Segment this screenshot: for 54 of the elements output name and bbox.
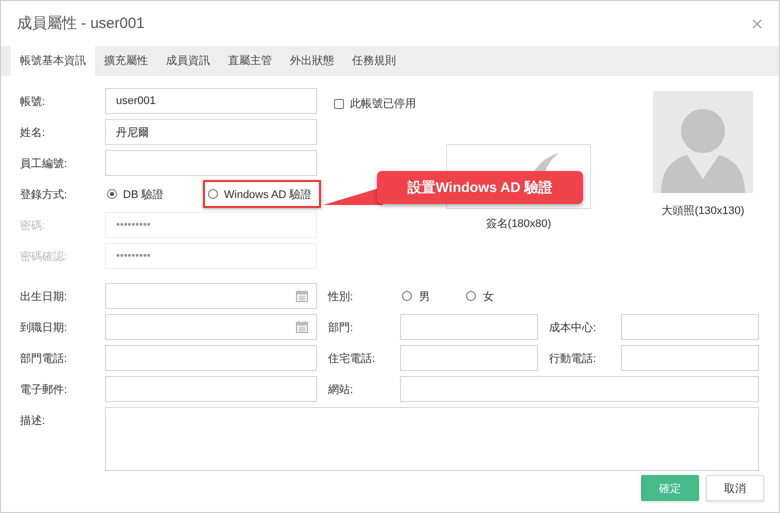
cancel-button[interactable]: 取消 [706,475,764,501]
radio-button[interactable] [107,189,117,199]
input-field[interactable] [400,345,538,371]
field-label: 部門電話: [20,352,68,366]
input-field[interactable] [621,345,759,371]
tab[interactable]: 擴充屬性 [95,46,157,76]
calendar-icon[interactable] [296,321,308,333]
field-label: 部門: [327,320,354,334]
tab[interactable]: 外出狀態 [281,46,343,76]
field-label: 員工編號: [20,156,68,170]
tab[interactable]: 直屬主管 [219,46,281,76]
radio-label: 女 [483,290,494,304]
tab[interactable]: 成員資訊 [157,46,219,76]
input-field[interactable] [400,376,759,402]
radio-button[interactable] [466,291,476,301]
field-label: 行動電話: [548,352,598,366]
field-label: 密碼確認: [20,250,68,264]
tab[interactable]: 任務規則 [343,46,405,76]
input-field[interactable] [400,314,538,340]
radio-label: 男 [419,290,430,304]
date-field[interactable] [105,283,317,309]
calendar-icon[interactable] [296,290,308,302]
field-label: 電子郵件: [20,382,68,396]
signature-caption: 簽名(180x80) [484,217,552,231]
field-label: 住宅電話: [327,352,376,366]
checkbox-label: 此帳號已停用 [350,97,416,111]
radio-button[interactable] [402,291,412,301]
input-field[interactable]: user001 [105,88,317,114]
field-label: 網站: [327,382,354,396]
input-field[interactable] [105,376,317,402]
field-label: 姓名: [20,126,46,140]
photo-caption: 大頭照(130x130) [662,204,744,218]
field-label: 到職日期: [20,320,68,334]
radio-button[interactable] [208,189,218,199]
field-label: 密碼: [20,218,46,232]
field-label: 描述: [20,414,46,428]
field-label: 出生日期: [20,290,68,304]
input-field[interactable] [105,150,317,176]
field-label: 帳號: [20,94,46,108]
input-field[interactable]: 丹尼爾 [105,119,317,145]
date-field[interactable] [105,314,317,340]
radio-label: DB 驗證 [123,188,164,202]
dialog-title: 成員屬性 - user001 [17,14,145,33]
field-label: 性別: [326,290,354,304]
checkbox[interactable] [334,98,344,108]
field-label: 成本中心: [548,320,598,334]
photo-frame[interactable] [653,91,753,193]
radio-label: Windows AD 驗證 [224,188,312,202]
field-label: 登錄方式: [20,188,68,202]
tab[interactable]: 帳號基本資訊 [11,46,95,76]
text-area[interactable] [105,407,759,471]
input-field[interactable] [105,345,317,371]
input-field[interactable] [621,314,759,340]
close-icon[interactable] [752,18,762,28]
